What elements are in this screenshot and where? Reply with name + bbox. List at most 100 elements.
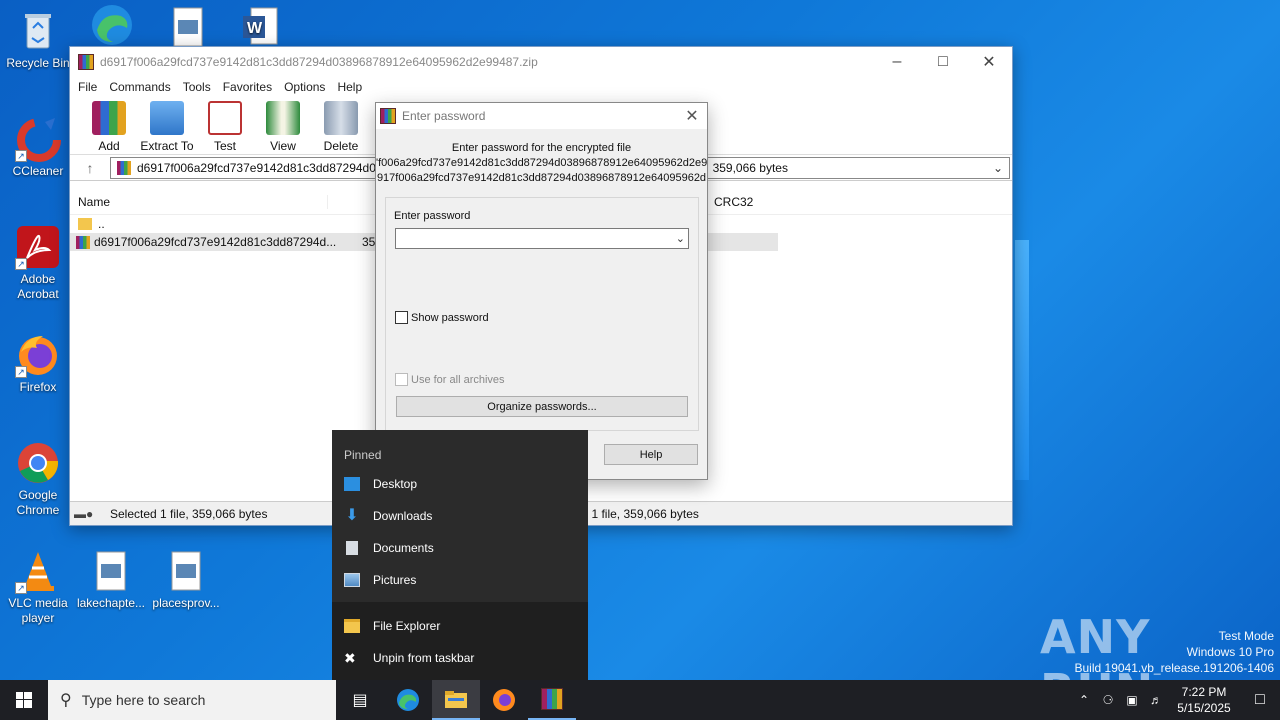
power-device-icon[interactable]: ⚆ [1096,693,1120,707]
trash-can-icon [324,101,358,135]
unpin-icon: ✖ [344,650,356,666]
menu-commands[interactable]: Commands [103,80,176,94]
add-archive-icon [92,101,126,135]
close-icon[interactable]: ✕ [966,47,1012,77]
taskbar-search-box[interactable]: ⚲ Type here to search [48,680,336,720]
folder-icon [344,619,360,633]
help-button[interactable]: Help [604,444,698,465]
desktop-icon-ccleaner[interactable]: ↗ CCleaner [0,116,76,179]
show-password-checkbox[interactable]: Show password [395,311,489,324]
network-icon[interactable]: ▣ [1120,693,1144,707]
desktop-icon-placesprov[interactable]: placesprov... [148,548,224,611]
menu-file[interactable]: File [72,80,103,94]
desktop-icon-label: CCleaner [12,164,64,178]
jumplist-item-pictures[interactable]: Pictures [332,564,588,596]
file-size: 35 [362,235,376,249]
taskbar-clock[interactable]: 7:22 PM 5/15/2025 [1168,684,1240,716]
shortcut-arrow-icon: ↗ [15,366,27,378]
start-button[interactable] [0,680,48,720]
chrome-icon [15,440,61,486]
column-header-name[interactable]: Name [70,194,328,209]
desktop-icon-edge[interactable] [74,2,150,50]
test-mode-watermark: Test Mode Windows 10 Pro Build 19041.vb_… [1075,628,1275,676]
jumplist-file-explorer[interactable]: File Explorer [332,610,588,642]
taskbar-winrar[interactable] [528,680,576,720]
clock-date: 5/15/2025 [1177,701,1231,715]
jumplist-item-downloads[interactable]: ⬇ Downloads [332,500,588,532]
jumplist-item-desktop[interactable]: Desktop [332,468,588,500]
view-button[interactable]: View [254,101,312,153]
rar-file-icon [76,235,90,249]
winrar-app-icon [541,688,563,710]
taskbar-file-explorer[interactable] [432,680,480,720]
system-tray: ⌃ ⚆ ▣ ♬ 7:22 PM 5/15/2025 □ [1072,680,1280,720]
chevron-down-icon[interactable]: ⌄ [676,232,685,245]
use-for-all-archives-checkbox[interactable]: Use for all archives [395,373,505,386]
desktop-icon-google-chrome[interactable]: Google Chrome [0,440,76,518]
checkbox-box [395,373,408,386]
desktop-icon-label: placesprov... [152,596,220,610]
delete-label: Delete [323,139,359,153]
download-arrow-icon: ⬇ [345,507,359,524]
desktop-icon-image-file[interactable] [150,4,226,52]
desktop-icon-lakechapte[interactable]: lakechapte... [73,548,149,611]
desktop-icon-firefox[interactable]: ↗ Firefox [0,332,76,395]
minimize-icon[interactable]: – [874,47,920,77]
menubar: File Commands Tools Favorites Options He… [70,77,1012,97]
add-button[interactable]: Add [80,101,138,153]
pictures-icon [344,573,360,587]
watermark-line: Windows 10 Pro [1186,645,1274,659]
winrar-titlebar[interactable]: d6917f006a29fcd737e9142d81c3dd87294d0389… [70,47,1012,77]
desktop-icon-vlc[interactable]: ↗ VLC media player [0,548,76,626]
message-line: 'f006a29fcd737e9142d81c3dd87294d03896878… [376,157,707,169]
window-title: d6917f006a29fcd737e9142d81c3dd87294d0389… [100,55,538,69]
menu-help[interactable]: Help [331,80,368,94]
desktop-icon-recycle-bin[interactable]: Recycle Bin [0,8,76,71]
document-icon [346,541,358,555]
image-file-icon [165,4,211,50]
column-header-crc32[interactable]: CRC32 [714,195,753,209]
desktop-icon-word-doc[interactable]: W [222,4,298,52]
taskbar-edge[interactable] [384,680,432,720]
up-arrow-icon[interactable]: ↑ [70,160,110,176]
delete-button[interactable]: Delete [312,101,370,153]
edge-icon [89,2,135,48]
menu-favorites[interactable]: Favorites [217,80,278,94]
winrar-app-icon [380,108,396,124]
clock-time: 7:22 PM [1181,685,1227,699]
ccleaner-icon: ↗ [15,116,61,162]
jumplist-item-documents[interactable]: Documents [332,532,588,564]
image-file-icon [163,548,209,594]
menu-tools[interactable]: Tools [177,80,217,94]
password-input[interactable]: ⌄ [395,228,689,249]
address-path: d6917f006a29fcd737e9142d81c3dd87294d03 [137,160,383,175]
dialog-message: Enter password for the encrypted file 'f… [376,129,707,186]
jumplist-unpin[interactable]: ✖ Unpin from taskbar [332,642,588,674]
volume-icon[interactable]: ♬ [1144,693,1168,707]
chevron-up-icon[interactable]: ⌃ [1072,693,1096,707]
zip-file-icon [117,160,131,175]
extract-to-button[interactable]: Extract To [138,101,196,153]
winrar-app-icon [78,54,94,70]
test-button[interactable]: Test [196,101,254,153]
firefox-icon: ↗ [15,332,61,378]
close-icon[interactable]: ✕ [677,106,707,126]
desktop-icon-adobe-acrobat[interactable]: ↗ Adobe Acrobat [0,224,76,302]
task-view-button[interactable]: ▤ [336,680,384,720]
image-file-icon [88,548,134,594]
extract-to-label: Extract To [140,139,194,153]
chevron-down-icon[interactable]: ⌄ [993,161,1003,175]
taskbar-firefox[interactable] [480,680,528,720]
dialog-title: Enter password [402,109,486,123]
watermark-line: Build 19041.vb_release.191206-1406 [1074,661,1275,675]
search-icon: ⚲ [60,692,72,709]
recycle-bin-icon [15,8,61,54]
drive-icon: ▬● [74,506,94,521]
desktop-icon-label: VLC media player [8,596,68,625]
dialog-titlebar[interactable]: Enter password ✕ [376,103,707,129]
organize-passwords-button[interactable]: Organize passwords... [396,396,688,417]
taskbar: ⚲ Type here to search ▤ ⌃ ⚆ ▣ ♬ 7:22 PM … [0,680,1280,720]
menu-options[interactable]: Options [278,80,331,94]
notification-icon[interactable]: □ [1240,691,1280,709]
maximize-icon[interactable]: □ [920,47,966,77]
